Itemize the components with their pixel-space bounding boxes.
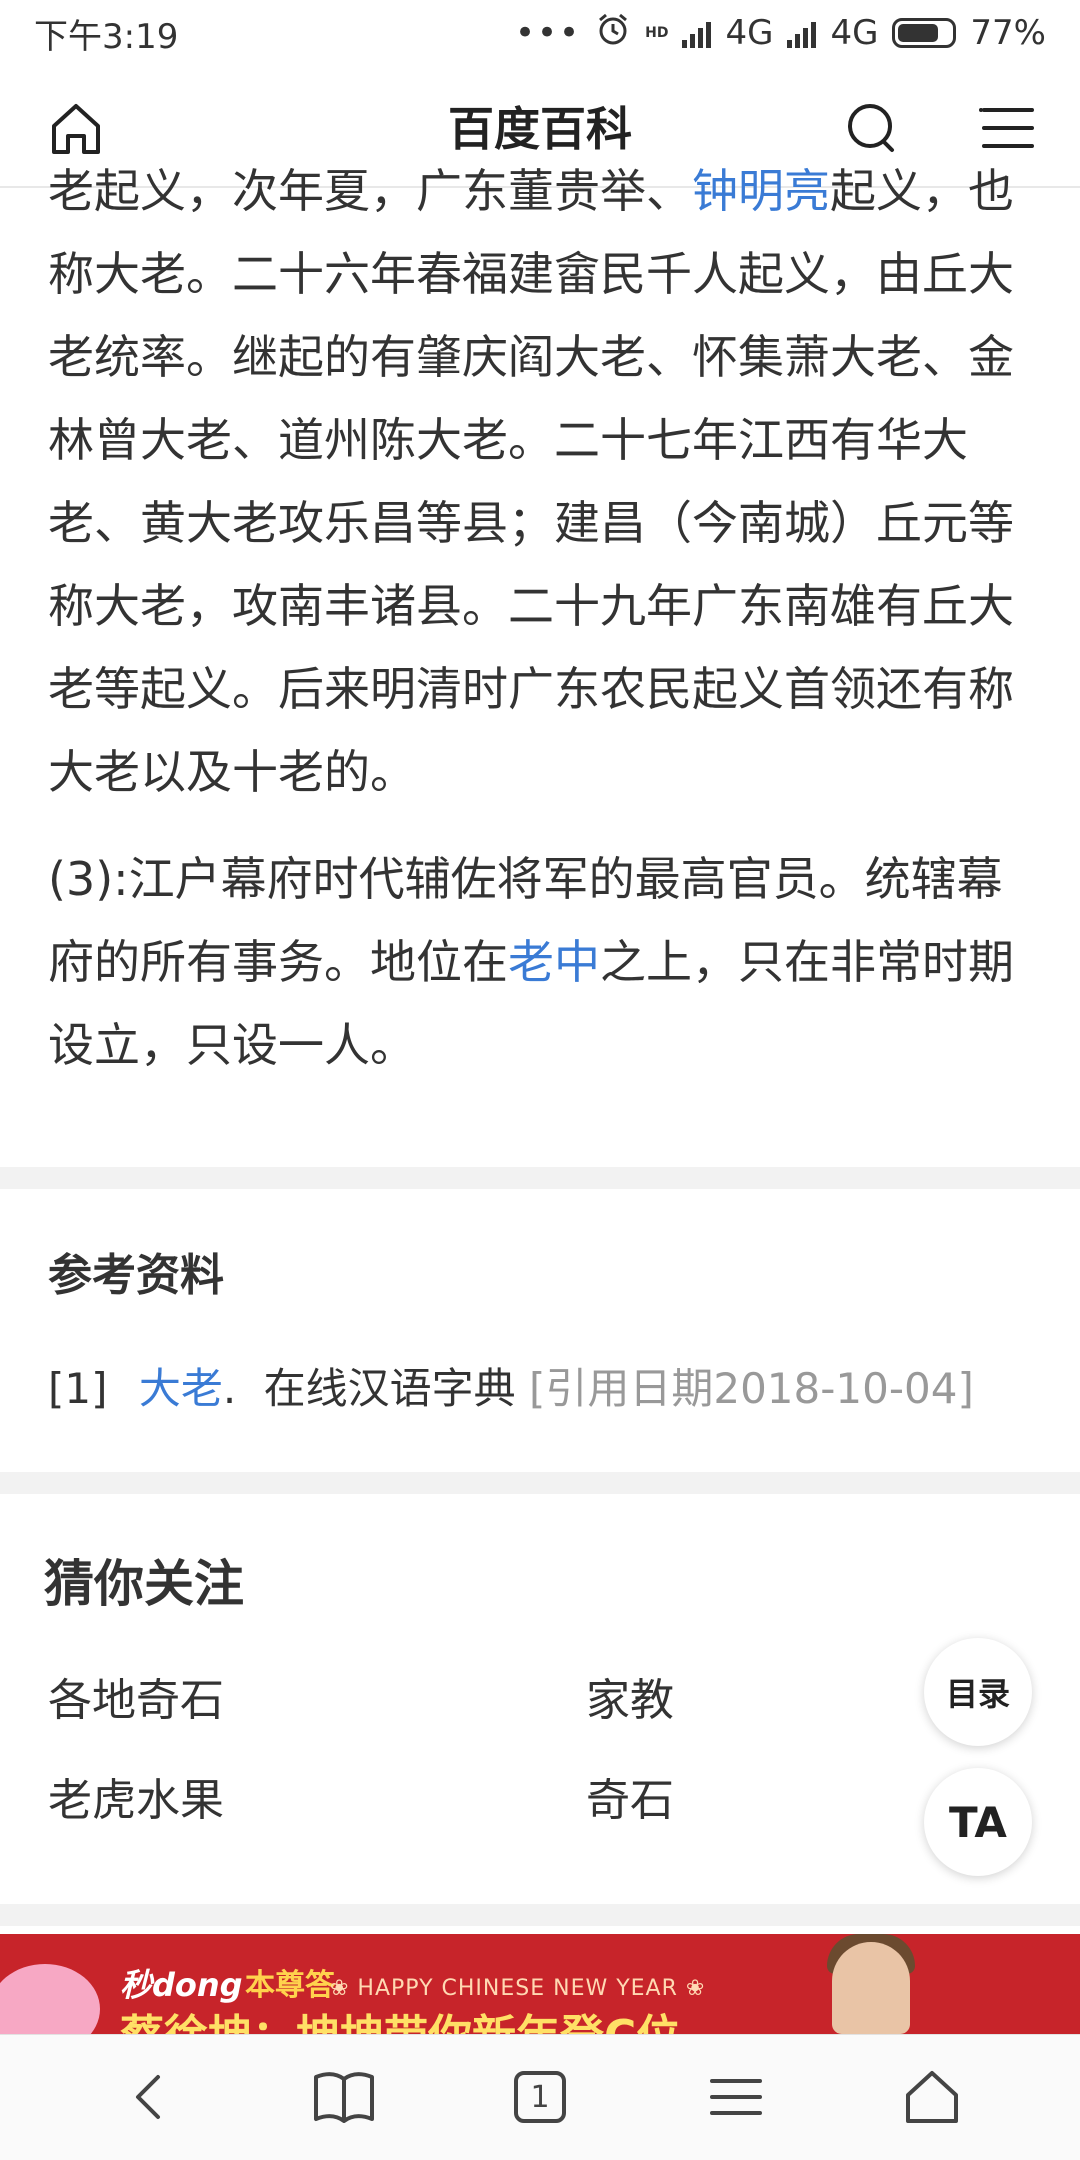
ta-button[interactable]: TA <box>924 1768 1032 1876</box>
paragraph-text: 老起义，次年夏，广东董贵举、 <box>48 164 692 218</box>
menu-icon <box>979 108 1034 148</box>
book-icon <box>314 2072 374 2123</box>
status-time: 下午3:19 <box>34 16 179 57</box>
reference-separator: . <box>222 1364 237 1413</box>
banner-slogan: 蔡徐坤：坤坤带你新年登C位 <box>120 2000 680 2034</box>
alarm-icon <box>595 11 631 56</box>
guess-section: 猜你关注 各地奇石 家教 老虎水果 奇石 <box>0 1494 1080 1904</box>
home-nav-button[interactable] <box>900 2065 964 2129</box>
section-divider <box>0 1167 1080 1189</box>
section-divider <box>0 1472 1080 1494</box>
banner-tagline: ❀ HAPPY CHINESE NEW YEAR ❀ <box>330 1976 706 2001</box>
guess-item[interactable]: 老虎水果 <box>48 1764 224 1828</box>
article-paragraph-2: (3):江户幕府时代辅佐将军的最高官员。统辖幕府的所有事务。地位在老中之上，只在… <box>0 838 1080 1087</box>
guess-item[interactable]: 奇石 <box>586 1764 674 1828</box>
link-zhong-mingliang[interactable]: 钟明亮 <box>692 164 830 218</box>
reference-source: 在线汉语字典 <box>263 1364 516 1413</box>
signal-icon-2 <box>787 18 817 48</box>
mascot-image <box>0 1964 100 2034</box>
article-content: 老起义，次年夏，广东董贵举、钟明亮起义，也称大老。二十六年春福建畲民千人起义，由… <box>0 164 1080 1926</box>
section-divider <box>0 1904 1080 1926</box>
battery-fill <box>898 24 939 42</box>
more-dots-icon: ••• <box>514 13 582 53</box>
paragraph-text: 起义， <box>830 164 968 218</box>
toc-button[interactable]: 目录 <box>924 1638 1032 1746</box>
reference-date: [引用日期2018-10-04] <box>528 1364 974 1413</box>
guess-item[interactable]: 家教 <box>586 1664 674 1728</box>
bookmarks-button[interactable] <box>312 2065 376 2129</box>
search-icon <box>848 104 894 152</box>
article-paragraph-1: 老起义，次年夏，广东董贵举、钟明亮起义，也称大老。二十六年春福建畲民千人起义，由… <box>0 150 1080 814</box>
network-label-1: 4G <box>725 13 774 53</box>
ad-banner[interactable]: 秒dong 本尊答 ❀ HAPPY CHINESE NEW YEAR ❀ 蔡徐坤… <box>0 1934 1080 2034</box>
home-nav-icon <box>906 2071 958 2123</box>
bottom-navigation: 1 <box>0 2034 1080 2160</box>
tab-count: 1 <box>530 2079 550 2115</box>
guess-title: 猜你关注 <box>44 1555 244 1613</box>
hd-badge: HD <box>645 25 669 41</box>
reference-link[interactable]: 大老 <box>139 1364 223 1413</box>
hamburger-icon <box>710 2079 762 2115</box>
reference-item: [1] 大老. 在线汉语字典 [引用日期2018-10-04] <box>48 1355 1032 1416</box>
link-laozhong[interactable]: 老中 <box>508 935 600 989</box>
status-icons: ••• HD 4G 4G 77% <box>515 11 1046 56</box>
battery-percent: 77% <box>970 13 1046 53</box>
banner-brand-2: 本尊答 <box>245 1968 335 2003</box>
back-icon <box>136 2075 160 2119</box>
reference-index: [1] <box>48 1364 108 1413</box>
battery-icon <box>892 18 957 48</box>
menu-nav-button[interactable] <box>704 2065 768 2129</box>
back-button[interactable] <box>118 2065 182 2129</box>
tabs-button[interactable]: 1 <box>508 2065 572 2129</box>
references-section: 参考资料 [1] 大老. 在线汉语字典 [引用日期2018-10-04] <box>0 1189 1080 1472</box>
paragraph-text: 也称大老。二十六年春福建畲民千人起义，由丘大老统率。继起的有肇庆阎大老、怀集萧大… <box>48 164 1014 799</box>
celebrity-photo <box>832 1942 910 2034</box>
guess-item[interactable]: 各地奇石 <box>48 1664 224 1728</box>
status-bar: 下午3:19 ••• HD 4G 4G 77% <box>0 0 1080 66</box>
references-title: 参考资料 <box>48 1250 224 1301</box>
signal-icon <box>682 18 712 48</box>
network-label-2: 4G <box>830 13 879 53</box>
